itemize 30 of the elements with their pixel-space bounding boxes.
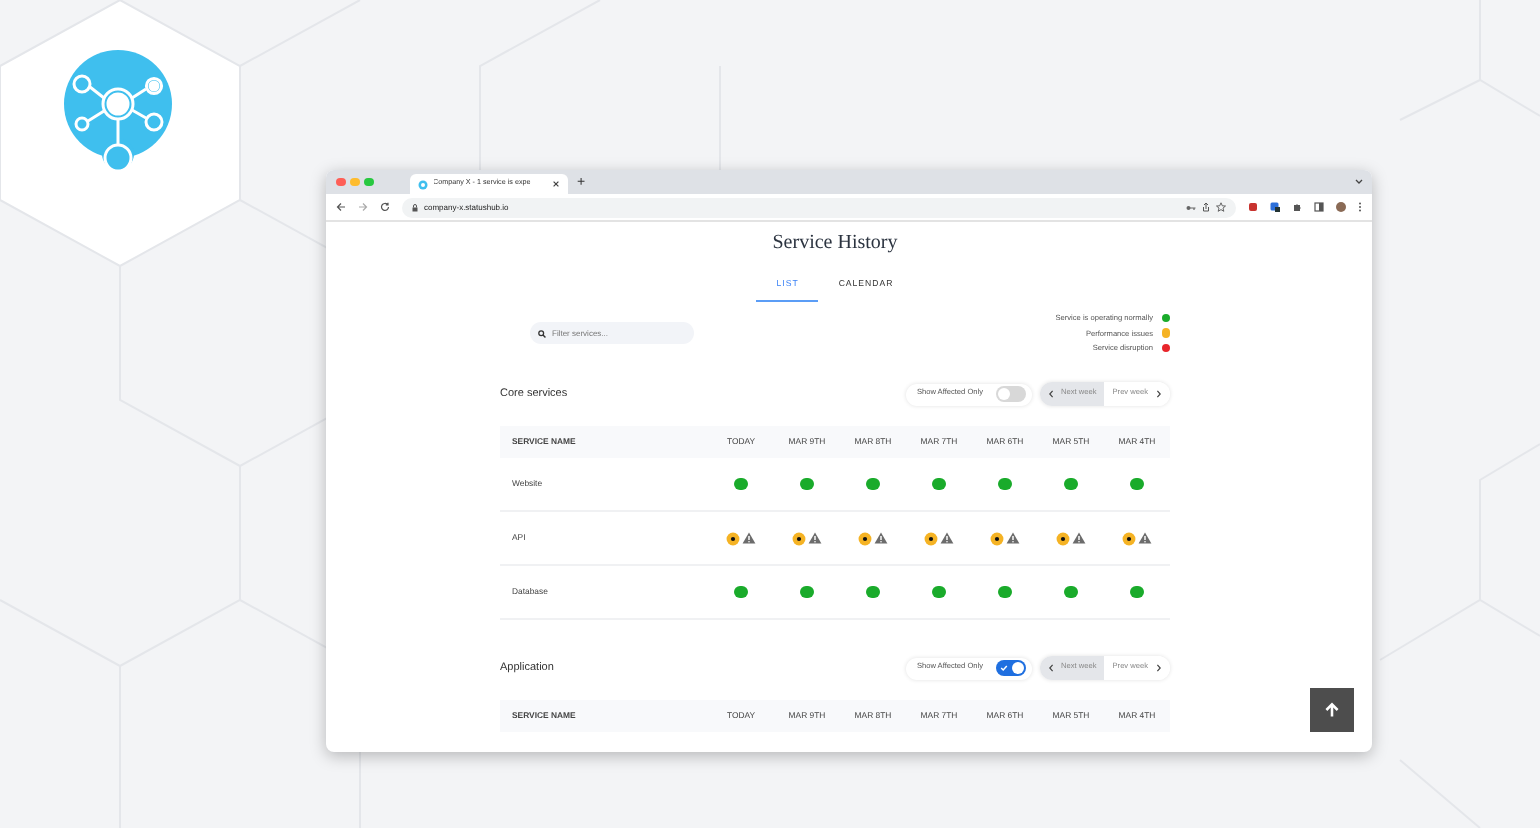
warning-icon: [1138, 532, 1153, 544]
lock-icon: [412, 203, 418, 211]
favicon-icon: [417, 179, 427, 189]
avatar-icon[interactable]: [1336, 202, 1346, 212]
chevron-left-icon: [1047, 664, 1054, 672]
close-icon[interactable]: [551, 180, 559, 188]
star-icon[interactable]: [1216, 202, 1226, 212]
arrow-up-icon: [1324, 702, 1340, 718]
extension-icon[interactable]: [1270, 202, 1280, 212]
warning-icon: [940, 532, 955, 544]
back-icon[interactable]: [336, 202, 346, 212]
warning-icon: [742, 532, 757, 544]
chevron-right-icon: [1156, 664, 1162, 672]
check-icon: [1000, 664, 1009, 672]
chevron-right-icon: [1156, 390, 1162, 398]
scroll-to-top-button[interactable]: [1310, 688, 1354, 732]
caret-icon[interactable]: [1354, 178, 1364, 186]
chevron-left-icon: [1047, 390, 1054, 398]
toggle-switch[interactable]: [995, 386, 1026, 402]
sidebar-icon[interactable]: [1314, 202, 1324, 212]
search-icon: [538, 329, 546, 337]
reload-icon[interactable]: [380, 202, 390, 212]
warning-icon: [1006, 532, 1021, 544]
share-icon[interactable]: [1202, 202, 1210, 212]
key-icon[interactable]: [1186, 203, 1196, 211]
warning-icon: [874, 532, 889, 544]
page-title: Service History: [770, 230, 900, 258]
warning-icon: [808, 532, 823, 544]
warning-icon: [1072, 532, 1087, 544]
toggle-switch[interactable]: [995, 660, 1026, 676]
